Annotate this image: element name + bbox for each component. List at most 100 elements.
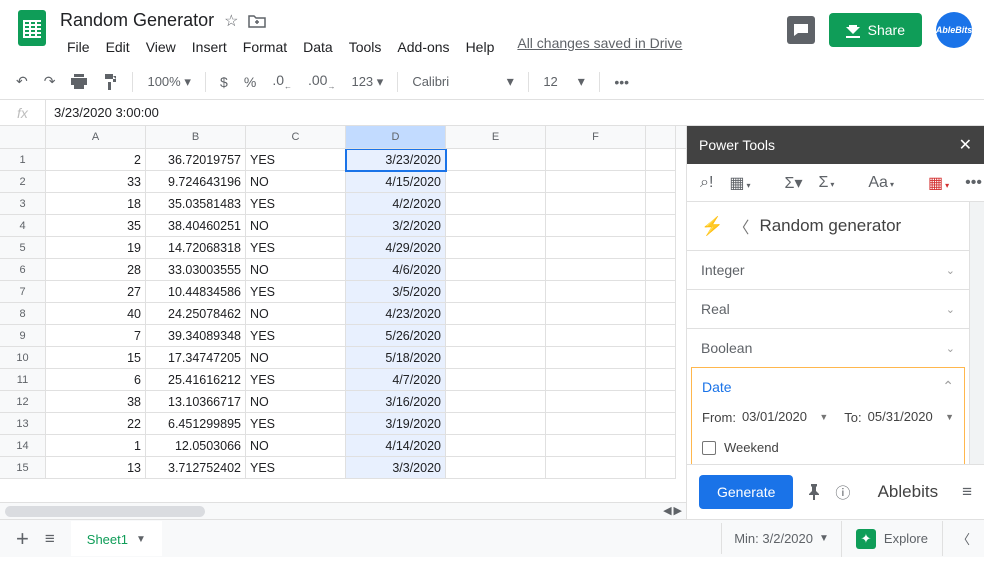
all-sheets-icon[interactable]: ≡ — [45, 529, 55, 549]
generate-button[interactable]: Generate — [699, 475, 793, 509]
cell[interactable] — [646, 325, 676, 347]
pin-icon[interactable] — [807, 484, 821, 500]
cell[interactable]: 3.712752402 — [146, 457, 246, 479]
cell[interactable] — [546, 347, 646, 369]
redo-icon[interactable]: ↷ — [38, 68, 62, 95]
comments-icon[interactable] — [787, 16, 815, 44]
star-icon[interactable]: ☆ — [224, 11, 238, 31]
add-sheet-icon[interactable]: + — [16, 528, 29, 550]
cell[interactable] — [446, 413, 546, 435]
cell[interactable]: NO — [246, 347, 346, 369]
cell[interactable]: 3/2/2020 — [346, 215, 446, 237]
cell[interactable] — [546, 391, 646, 413]
cell[interactable] — [646, 237, 676, 259]
section-real[interactable]: Real⌄ — [687, 289, 969, 328]
cell[interactable]: 17.34747205 — [146, 347, 246, 369]
cell[interactable] — [546, 457, 646, 479]
row-header[interactable]: 8 — [0, 303, 46, 325]
cell[interactable] — [646, 215, 676, 237]
info-icon[interactable]: ⓘ — [835, 482, 850, 503]
menu-icon[interactable]: ≡ — [962, 482, 972, 502]
horizontal-scrollbar[interactable]: ◀▶ — [0, 502, 686, 519]
cell[interactable] — [646, 347, 676, 369]
text-tool-icon[interactable]: Aa — [865, 171, 897, 195]
cell[interactable] — [446, 457, 546, 479]
cell[interactable]: 13.10366717 — [146, 391, 246, 413]
cell[interactable]: YES — [246, 281, 346, 303]
cell[interactable]: 33.03003555 — [146, 259, 246, 281]
cell[interactable] — [646, 391, 676, 413]
col-header-partial[interactable] — [646, 126, 676, 148]
table-tool-icon[interactable]: ▦ — [726, 170, 753, 196]
currency-button[interactable]: $ — [214, 69, 234, 95]
cell[interactable] — [546, 259, 646, 281]
cell[interactable] — [546, 413, 646, 435]
print-icon[interactable] — [65, 69, 93, 94]
cell[interactable] — [446, 171, 546, 193]
cell[interactable]: NO — [246, 435, 346, 457]
cell[interactable]: 24.25078462 — [146, 303, 246, 325]
row-header[interactable]: 11 — [0, 369, 46, 391]
col-header-F[interactable]: F — [546, 126, 646, 148]
menu-help[interactable]: Help — [459, 35, 502, 59]
account-avatar[interactable]: AbleBits — [936, 12, 972, 48]
cell[interactable]: 7 — [46, 325, 146, 347]
cell[interactable]: 4/6/2020 — [346, 259, 446, 281]
cell[interactable]: 15 — [46, 347, 146, 369]
row-header[interactable]: 1 — [0, 149, 46, 171]
cell[interactable] — [546, 215, 646, 237]
row-header[interactable]: 10 — [0, 347, 46, 369]
row-header[interactable]: 5 — [0, 237, 46, 259]
cell[interactable] — [446, 193, 546, 215]
spreadsheet-grid[interactable]: 1236.72019757YES3/23/20202339.724643196N… — [0, 149, 686, 502]
cell[interactable] — [646, 369, 676, 391]
col-header-E[interactable]: E — [446, 126, 546, 148]
cell[interactable] — [546, 281, 646, 303]
percent-button[interactable]: % — [238, 69, 262, 95]
ablebits-brand[interactable]: Ablebits — [878, 482, 938, 502]
col-header-A[interactable]: A — [46, 126, 146, 148]
cell[interactable]: 39.34089348 — [146, 325, 246, 347]
cell[interactable]: 38.40460251 — [146, 215, 246, 237]
format-dropdown[interactable]: 123 ▾ — [345, 70, 389, 94]
cell[interactable]: 1 — [46, 435, 146, 457]
cell[interactable]: 4/29/2020 — [346, 237, 446, 259]
paint-format-icon[interactable] — [97, 69, 124, 95]
sheet-tab[interactable]: Sheet1▼ — [71, 521, 162, 556]
sidebar-toggle-icon[interactable]: 〈 — [942, 521, 984, 556]
cell[interactable] — [646, 193, 676, 215]
cell[interactable]: 2 — [46, 149, 146, 171]
col-header-C[interactable]: C — [246, 126, 346, 148]
cell[interactable] — [646, 281, 676, 303]
cell[interactable]: NO — [246, 391, 346, 413]
cell[interactable] — [546, 435, 646, 457]
cell[interactable]: 14.72068318 — [146, 237, 246, 259]
cell[interactable]: 18 — [46, 193, 146, 215]
sigma-tool-icon[interactable]: Σ — [815, 171, 837, 195]
cell[interactable] — [446, 435, 546, 457]
cell[interactable]: 35 — [46, 215, 146, 237]
cell[interactable] — [446, 215, 546, 237]
cell[interactable]: 25.41616212 — [146, 369, 246, 391]
cell[interactable]: 6 — [46, 369, 146, 391]
cell[interactable]: YES — [246, 457, 346, 479]
font-dropdown[interactable]: Calibri — [406, 70, 496, 93]
row-header[interactable]: 4 — [0, 215, 46, 237]
cell[interactable] — [646, 435, 676, 457]
more-tools-icon[interactable]: ••• — [962, 171, 984, 195]
undo-icon[interactable]: ↶ — [10, 68, 34, 95]
menu-add-ons[interactable]: Add-ons — [390, 35, 456, 59]
cell[interactable] — [446, 325, 546, 347]
menu-edit[interactable]: Edit — [99, 35, 137, 59]
cell[interactable]: 4/7/2020 — [346, 369, 446, 391]
row-header[interactable]: 13 — [0, 413, 46, 435]
cell[interactable]: 10.44834586 — [146, 281, 246, 303]
cell[interactable] — [446, 391, 546, 413]
cell[interactable]: YES — [246, 413, 346, 435]
cell[interactable] — [546, 237, 646, 259]
cell[interactable]: YES — [246, 193, 346, 215]
sum-tool-icon[interactable]: Σ▾ — [782, 170, 806, 196]
cell[interactable] — [446, 259, 546, 281]
from-dropdown-icon[interactable]: ▼ — [819, 412, 828, 422]
cell[interactable]: 35.03581483 — [146, 193, 246, 215]
